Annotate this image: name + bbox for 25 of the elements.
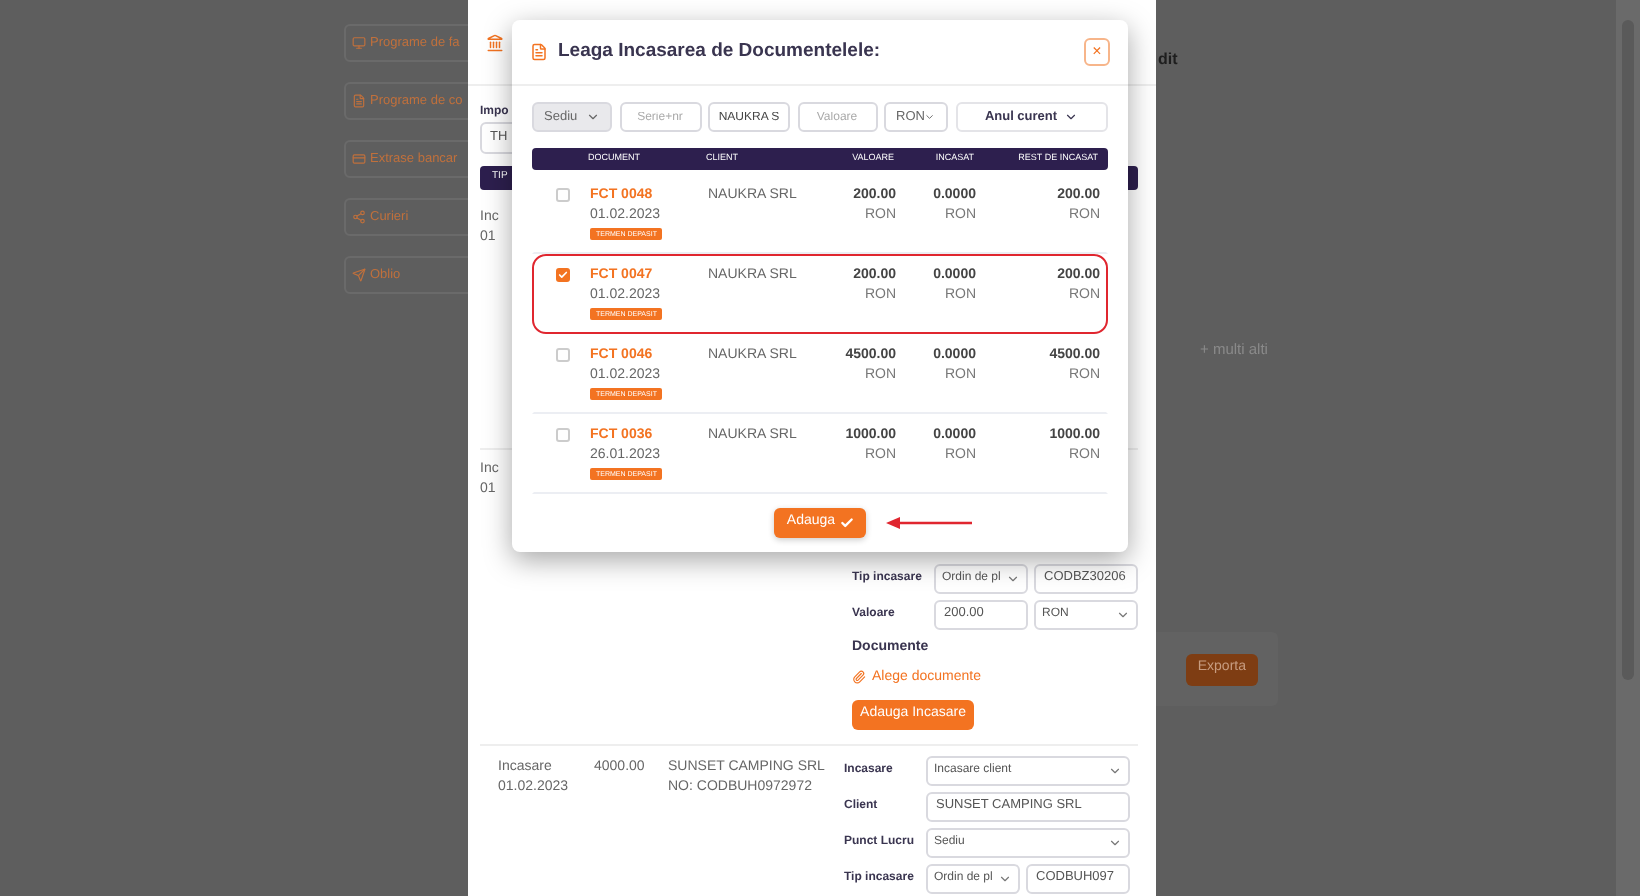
modal-title: Leaga Incasarea de Documentelele: — [558, 37, 881, 66]
header-text: dit — [1158, 48, 1178, 72]
bank-icon — [486, 33, 504, 51]
chevron-icon — [1108, 835, 1122, 849]
chevron-icon — [1006, 571, 1020, 585]
chevron-icon — [998, 871, 1012, 885]
chevron-icon — [1108, 763, 1122, 777]
checkbox[interactable] — [555, 428, 569, 442]
chevron-icon — [1063, 110, 1078, 124]
chevron-icon — [1116, 607, 1130, 621]
document-icon — [530, 42, 548, 62]
checkbox[interactable] — [555, 188, 569, 202]
send-icon — [352, 268, 366, 282]
document-icon — [352, 94, 366, 108]
check-icon — [557, 270, 567, 280]
chevron-icon — [924, 110, 936, 124]
chevron-icon — [586, 110, 600, 124]
card-icon — [352, 152, 366, 166]
monitor-icon — [352, 36, 366, 50]
pointer-arrow — [886, 516, 974, 530]
check-icon — [839, 516, 854, 530]
share-icon — [352, 210, 366, 224]
checkbox[interactable] — [555, 348, 569, 362]
checkbox[interactable] — [555, 268, 569, 282]
paperclip-icon — [852, 670, 866, 685]
